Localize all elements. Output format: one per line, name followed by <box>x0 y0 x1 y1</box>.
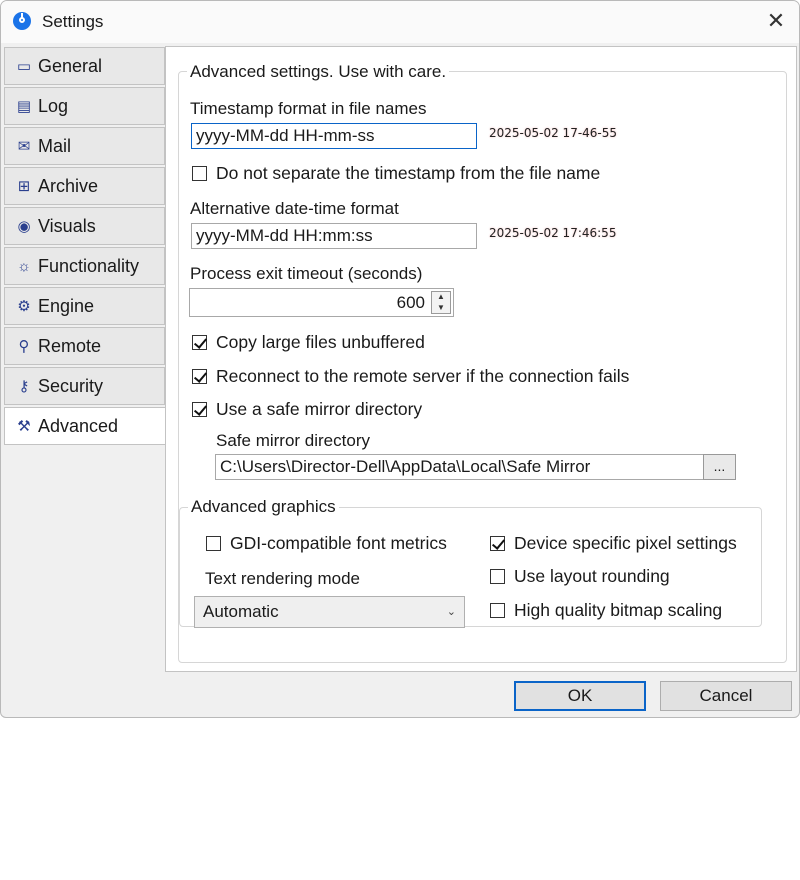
safe-mirror-checkbox[interactable]: Use a safe mirror directory <box>192 399 422 420</box>
alt-datetime-label: Alternative date-time format <box>190 199 399 218</box>
close-button[interactable]: ✕ <box>761 7 791 37</box>
antenna-icon: ⚲ <box>18 338 30 355</box>
tab-security[interactable]: ⚷ Security <box>4 367 165 405</box>
checkbox-box <box>192 166 207 181</box>
checkbox-label: Copy large files unbuffered <box>216 332 425 352</box>
text-rendering-select[interactable]: Automatic ⌄ <box>194 596 465 628</box>
gdi-font-metrics-checkbox[interactable]: GDI-compatible font metrics <box>206 533 447 554</box>
mirror-directory-input[interactable]: C:\Users\Director-Dell\AppData\Local\Saf… <box>215 454 714 480</box>
ok-button[interactable]: OK <box>514 681 646 711</box>
checkbox-label: Use a safe mirror directory <box>216 399 423 419</box>
document-icon: ▤ <box>16 98 32 115</box>
reconnect-checkbox[interactable]: Reconnect to the remote server if the co… <box>192 366 629 387</box>
bulb-icon: ☼ <box>17 257 31 275</box>
checkbox-box <box>490 536 505 551</box>
tab-archive[interactable]: ⊞ Archive <box>4 167 165 205</box>
no-separate-timestamp-checkbox[interactable]: Do not separate the timestamp from the f… <box>192 163 600 184</box>
archive-box-icon: ⊞ <box>17 178 31 195</box>
app-logo-icon <box>13 12 31 30</box>
tab-label: Engine <box>38 295 95 316</box>
mirror-directory-label: Safe mirror directory <box>216 431 370 450</box>
checkbox-label: GDI-compatible font metrics <box>230 533 447 553</box>
spin-down-icon[interactable]: ▼ <box>432 303 450 313</box>
checkbox-label: Reconnect to the remote server if the co… <box>216 366 630 386</box>
alt-datetime-input[interactable]: yyyy-MM-dd HH:mm:ss <box>191 223 477 249</box>
monitor-icon: ▭ <box>16 58 32 75</box>
tab-functionality[interactable]: ☼ Functionality <box>4 247 165 285</box>
tab-mail[interactable]: ✉ Mail <box>4 127 165 165</box>
title-bar: Settings ✕ <box>1 1 799 43</box>
key-icon: ⚷ <box>18 378 30 395</box>
group-title: Advanced settings. Use with care. <box>187 62 450 82</box>
checkbox-box <box>192 335 207 350</box>
tab-advanced[interactable]: ⚒ Advanced <box>4 407 166 445</box>
text-rendering-label: Text rendering mode <box>205 569 360 588</box>
layout-rounding-checkbox[interactable]: Use layout rounding <box>490 566 670 587</box>
tab-general[interactable]: ▭ General <box>4 47 165 85</box>
hq-bitmap-checkbox[interactable]: High quality bitmap scaling <box>490 600 722 621</box>
tab-label: Archive <box>38 175 99 196</box>
checkbox-box <box>192 369 207 384</box>
cancel-button[interactable]: Cancel <box>660 681 792 711</box>
exit-timeout-value: 600 <box>396 293 425 312</box>
tab-label: Visuals <box>38 215 96 236</box>
tab-label: Security <box>38 375 104 396</box>
tab-remote[interactable]: ⚲ Remote <box>4 327 165 365</box>
checkbox-label: High quality bitmap scaling <box>514 600 723 620</box>
tab-engine[interactable]: ⚙ Engine <box>4 287 165 325</box>
device-pixel-checkbox[interactable]: Device specific pixel settings <box>490 533 737 554</box>
checkbox-box <box>490 603 505 618</box>
timestamp-format-label: Timestamp format in file names <box>190 99 427 118</box>
checkbox-box <box>206 536 221 551</box>
hammer-icon: ⚒ <box>17 418 31 435</box>
spin-up-icon[interactable]: ▲ <box>432 292 450 302</box>
gears-icon: ⚙ <box>17 298 31 315</box>
tab-log[interactable]: ▤ Log <box>4 87 165 125</box>
checkbox-box <box>192 402 207 417</box>
eye-icon: ◉ <box>17 218 31 235</box>
exit-timeout-label: Process exit timeout (seconds) <box>190 264 423 283</box>
tab-label: Functionality <box>38 255 140 276</box>
envelope-icon: ✉ <box>17 138 31 155</box>
checkbox-label: Use layout rounding <box>514 566 670 586</box>
advanced-panel: Advanced settings. Use with care. Timest… <box>165 46 797 672</box>
select-value: Automatic <box>203 602 279 621</box>
advanced-graphics-group: Advanced graphics GDI-compatible font me… <box>179 497 762 628</box>
exit-timeout-spinner[interactable]: 600 ▲ ▼ <box>189 288 454 317</box>
checkbox-box <box>490 569 505 584</box>
chevron-down-icon: ⌄ <box>446 606 456 618</box>
checkbox-label: Device specific pixel settings <box>514 533 737 553</box>
timestamp-format-input[interactable]: yyyy-MM-dd HH-mm-ss <box>191 123 477 149</box>
tab-label: General <box>38 55 103 76</box>
copy-unbuffered-checkbox[interactable]: Copy large files unbuffered <box>192 332 425 353</box>
checkbox-label: Do not separate the timestamp from the f… <box>216 163 601 183</box>
window-title: Settings <box>42 12 104 31</box>
graphics-group-title: Advanced graphics <box>188 497 339 517</box>
tab-label: Mail <box>38 135 72 156</box>
settings-tabs: ▭ General ▤ Log ✉ Mail ⊞ Archive ◉ Visua… <box>4 47 166 447</box>
browse-button[interactable]: ... <box>703 454 736 480</box>
timestamp-preview: 2025-05-02 17-46-55 <box>489 126 618 140</box>
tab-label: Log <box>38 95 69 116</box>
tab-label: Remote <box>38 335 102 356</box>
tab-visuals[interactable]: ◉ Visuals <box>4 207 165 245</box>
tab-label: Advanced <box>38 415 119 436</box>
spinner-buttons: ▲ ▼ <box>431 291 451 314</box>
settings-window: Settings ✕ ▭ General ▤ Log ✉ Mail ⊞ Arch… <box>0 0 800 718</box>
alt-datetime-preview: 2025-05-02 17:46:55 <box>489 226 617 240</box>
